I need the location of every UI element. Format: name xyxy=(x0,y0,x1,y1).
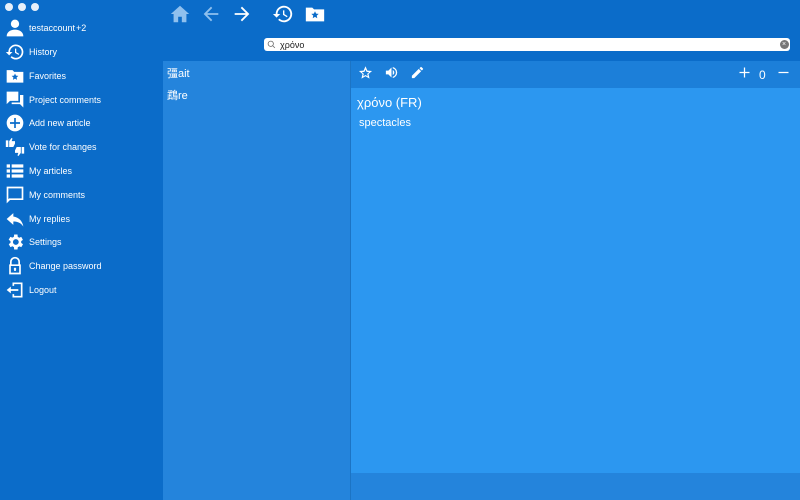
sidebar-item-label: Add new article xyxy=(29,118,91,128)
account-name: testaccount xyxy=(29,23,76,33)
sidebar-item-label: Vote for changes xyxy=(29,142,97,152)
sidebar-item-label: My comments xyxy=(29,190,86,200)
sidebar-item-my-articles[interactable]: My articles xyxy=(0,160,163,182)
favorites-folder-icon xyxy=(304,3,326,30)
favorites-button[interactable] xyxy=(303,4,327,28)
search-icon xyxy=(264,38,278,51)
plus-icon xyxy=(737,65,752,85)
sidebar-item-vote-for-changes[interactable]: Vote for changes xyxy=(0,136,163,158)
article-title: χρόνο (FR) xyxy=(357,95,422,110)
list-icon xyxy=(2,160,28,182)
sidebar-item-history[interactable]: History xyxy=(0,41,163,63)
upvote-button[interactable] xyxy=(734,65,754,85)
account-extra-count: +2 xyxy=(76,23,87,33)
favorite-article-button[interactable] xyxy=(355,65,375,85)
forward-arrow-icon xyxy=(231,3,253,30)
thumbs-vote-icon xyxy=(2,136,28,158)
minus-icon xyxy=(776,65,791,85)
list-item[interactable]: 鵡re xyxy=(167,87,188,103)
clear-search-button[interactable]: × xyxy=(778,38,790,51)
sidebar-item-label: My articles xyxy=(29,166,73,176)
history-button[interactable] xyxy=(271,4,295,28)
search-bar: × xyxy=(163,32,800,61)
sidebar-item-label: Project comments xyxy=(29,95,102,105)
sidebar-item-change-password[interactable]: Change password xyxy=(0,255,163,277)
maximize-window-button[interactable] xyxy=(31,3,39,11)
sidebar: testaccount +2 History Favorites Project… xyxy=(0,0,163,500)
favorites-folder-icon xyxy=(2,65,28,87)
sidebar-item-my-replies[interactable]: My replies xyxy=(0,208,163,230)
history-icon xyxy=(272,3,294,30)
downvote-button[interactable] xyxy=(773,65,793,85)
speaker-icon xyxy=(384,65,399,85)
sidebar-item-label: Change password xyxy=(29,261,102,271)
lock-icon xyxy=(2,255,28,277)
article-body: spectacles xyxy=(359,117,411,129)
article-action-bar: 0 xyxy=(351,61,800,88)
person-icon xyxy=(2,17,28,39)
close-window-button[interactable] xyxy=(5,3,13,11)
results-list: 彊ait 鵡re xyxy=(163,61,351,500)
article-footer xyxy=(351,473,800,500)
pencil-icon xyxy=(410,65,425,85)
clear-icon: × xyxy=(779,40,789,49)
gear-icon xyxy=(2,231,28,253)
list-item[interactable]: 彊ait xyxy=(167,65,190,81)
add-circle-icon xyxy=(2,112,28,134)
forum-icon xyxy=(2,89,28,111)
comment-icon xyxy=(2,184,28,206)
sidebar-item-label: Logout xyxy=(29,285,57,295)
sidebar-item-label: History xyxy=(29,47,58,57)
minimize-window-button[interactable] xyxy=(18,3,26,11)
edit-article-button[interactable] xyxy=(407,65,427,85)
back-button[interactable] xyxy=(199,4,223,28)
star-icon xyxy=(358,65,373,85)
forward-button[interactable] xyxy=(230,4,254,28)
reply-icon xyxy=(2,208,28,230)
sidebar-item-settings[interactable]: Settings xyxy=(0,231,163,253)
sidebar-item-add-new-article[interactable]: Add new article xyxy=(0,112,163,134)
article-content: χρόνο (FR) spectacles xyxy=(351,88,800,473)
search-input[interactable] xyxy=(278,38,778,51)
sidebar-item-my-comments[interactable]: My comments xyxy=(0,184,163,206)
sidebar-item-label: Favorites xyxy=(29,71,67,81)
sidebar-item-project-comments[interactable]: Project comments xyxy=(0,89,163,111)
sidebar-item-logout[interactable]: Logout xyxy=(0,279,163,301)
home-icon xyxy=(169,3,191,30)
history-icon xyxy=(2,41,28,63)
vote-count: 0 xyxy=(759,68,766,82)
main-toolbar xyxy=(163,0,800,32)
sidebar-item-favorites[interactable]: Favorites xyxy=(0,65,163,87)
account-item[interactable]: testaccount +2 xyxy=(0,17,163,39)
search-box: × xyxy=(264,38,790,51)
home-button[interactable] xyxy=(168,4,192,28)
logout-icon xyxy=(2,279,28,301)
sidebar-item-label: Settings xyxy=(29,237,62,247)
back-arrow-icon xyxy=(200,3,222,30)
window-controls xyxy=(5,3,39,11)
pronounce-button[interactable] xyxy=(381,65,401,85)
sidebar-item-label: My replies xyxy=(29,214,71,224)
